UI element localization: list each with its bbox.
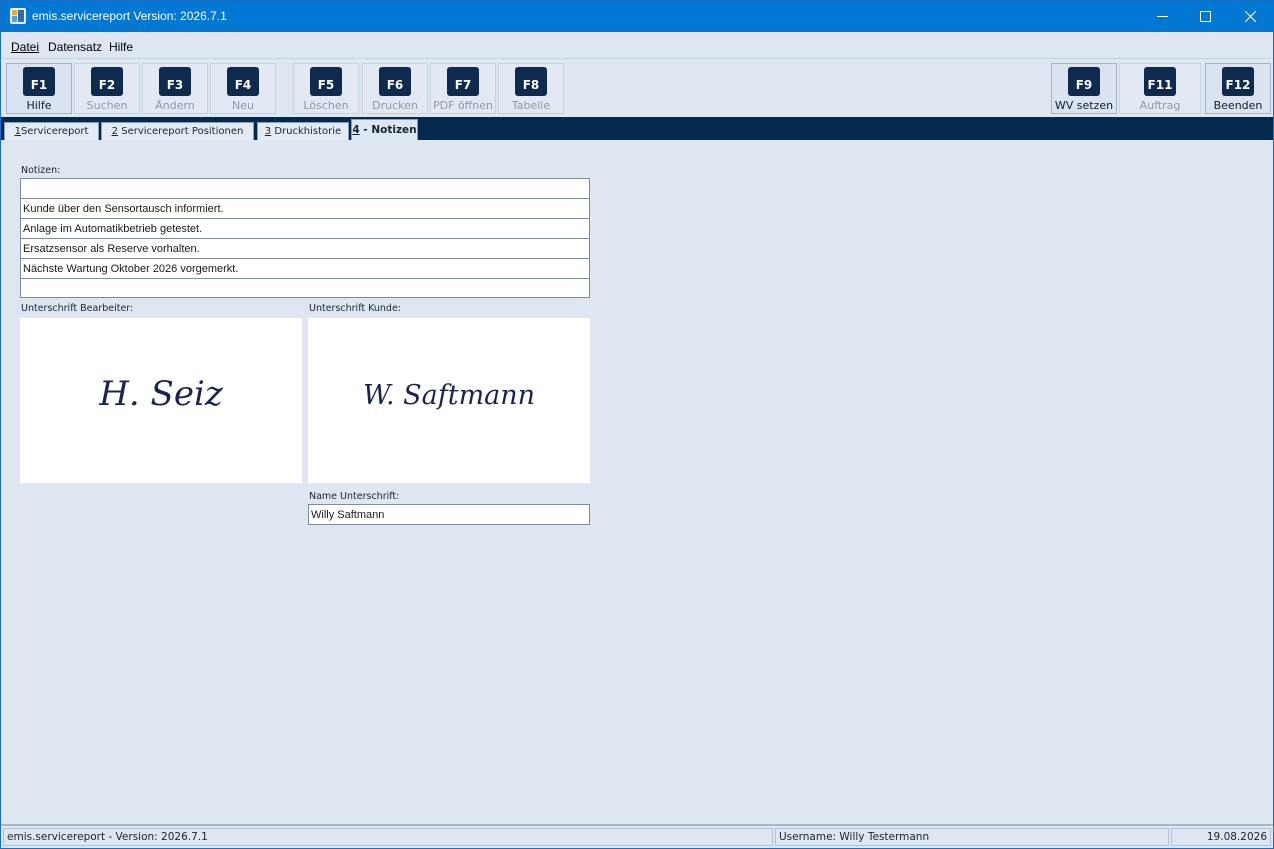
f11-label: Auftrag xyxy=(1139,99,1181,112)
menu-hilfe[interactable]: Hilfe xyxy=(109,40,133,54)
f12-key-icon: F12 xyxy=(1222,67,1254,96)
f7-label: PDF öffnen xyxy=(433,99,493,112)
menu-datensatz[interactable]: Datensatz xyxy=(48,40,102,54)
status-version: emis.servicereport - Version: 2026.7.1 xyxy=(3,828,773,846)
status-date: 19.08.2026 xyxy=(1171,828,1271,846)
f1-hilfe-button[interactable]: F1 Hilfe xyxy=(6,63,72,114)
f6-drucken-button[interactable]: F6 Drucken xyxy=(362,63,428,114)
menu-datei[interactable]: Datei xyxy=(11,40,39,54)
f7-pdf-oeffnen-button[interactable]: F7 PDF öffnen xyxy=(430,63,496,114)
note-line[interactable]: Ersatzsensor als Reserve vorhalten. xyxy=(21,239,589,259)
f8-label: Tabelle xyxy=(511,99,551,112)
f9-wv-setzen-button[interactable]: F9 WV setzen xyxy=(1051,63,1117,114)
app-icon xyxy=(10,8,26,24)
tab-positionen-label: Servicereport Positionen xyxy=(121,126,244,137)
signature-name-field[interactable]: Willy Saftmann xyxy=(308,504,590,525)
note-line[interactable] xyxy=(21,179,589,199)
tab-positionen-num: 2 xyxy=(111,126,119,137)
note-line[interactable]: Anlage im Automatikbetrieb getestet. xyxy=(21,219,589,239)
tab-servicereport-label: Servicereport xyxy=(20,126,89,137)
tab-notizen-num: 4 xyxy=(352,124,360,136)
close-button[interactable] xyxy=(1227,1,1273,32)
note-line[interactable]: Kunde über den Sensortausch informiert. xyxy=(21,199,589,219)
technician-signature-pad[interactable]: H. Seiz xyxy=(20,318,302,483)
notes-label: Notizen: xyxy=(21,165,61,176)
f3-key-icon: F3 xyxy=(159,67,191,96)
f4-neu-button[interactable]: F4 Neu xyxy=(210,63,276,114)
f9-label: WV setzen xyxy=(1054,99,1114,112)
f3-label: Ändern xyxy=(155,99,195,112)
status-user: Username: Willy Testermann xyxy=(775,828,1169,846)
f4-key-icon: F4 xyxy=(227,67,259,96)
tab-druckhistorie[interactable]: 3 Druckhistorie xyxy=(257,122,349,140)
technician-signature-label: Unterschrift Bearbeiter: xyxy=(21,303,134,314)
menu-bar: Datei Datensatz Hilfe xyxy=(1,32,1273,59)
title-bar: emis.servicereport Version: 2026.7.1 xyxy=(1,1,1273,32)
tab-druckhistorie-num: 3 xyxy=(264,126,272,137)
app-window: emis.servicereport Version: 2026.7.1 Dat… xyxy=(0,0,1274,849)
f9-key-icon: F9 xyxy=(1068,67,1100,96)
tab-strip: 1Servicereport 2 Servicereport Positione… xyxy=(1,117,1273,140)
f6-label: Drucken xyxy=(372,99,418,112)
tab-notizen-label: - Notizen xyxy=(359,124,417,136)
close-icon xyxy=(1244,11,1256,22)
menu-datei-label: Datei xyxy=(11,40,40,54)
notes-textarea[interactable]: Kunde über den Sensortausch informiert. … xyxy=(20,178,590,298)
minimize-button[interactable] xyxy=(1139,1,1185,32)
f12-beenden-button[interactable]: F12 Beenden xyxy=(1205,63,1271,114)
window-title: emis.servicereport Version: 2026.7.1 xyxy=(32,9,227,23)
customer-signature: W. Saftmann xyxy=(362,380,536,411)
tab-servicereport-positionen[interactable]: 2 Servicereport Positionen xyxy=(101,122,254,140)
f12-label: Beenden xyxy=(1213,99,1263,112)
tab-servicereport[interactable]: 1Servicereport xyxy=(4,122,99,140)
status-bar: emis.servicereport - Version: 2026.7.1 U… xyxy=(1,824,1273,848)
maximize-icon xyxy=(1199,11,1211,22)
note-line[interactable]: Nächste Wartung Oktober 2026 vorgemerkt. xyxy=(21,259,589,279)
signature-name-label: Name Unterschrift: xyxy=(309,491,400,502)
f5-loeschen-button[interactable]: F5 Löschen xyxy=(293,63,359,114)
f8-key-icon: F8 xyxy=(515,67,547,96)
f3-aendern-button[interactable]: F3 Ändern xyxy=(142,63,208,114)
f11-auftrag-button[interactable]: F11 Auftrag xyxy=(1119,63,1201,114)
f11-key-icon: F11 xyxy=(1144,67,1176,96)
note-line[interactable] xyxy=(21,279,589,299)
customer-signature-pad[interactable]: W. Saftmann xyxy=(308,318,590,483)
toolbar: F1 Hilfe F2 Suchen F3 Ändern F4 Neu F5 L… xyxy=(1,60,1273,117)
minimize-icon xyxy=(1156,16,1168,17)
f1-label: Hilfe xyxy=(26,99,52,112)
maximize-button[interactable] xyxy=(1182,1,1228,32)
technician-signature: H. Seiz xyxy=(99,374,223,414)
f2-label: Suchen xyxy=(86,99,128,112)
f4-label: Neu xyxy=(232,99,254,112)
f6-key-icon: F6 xyxy=(379,67,411,96)
tab-notizen[interactable]: 4 - Notizen xyxy=(351,119,418,140)
f8-tabelle-button[interactable]: F8 Tabelle xyxy=(498,63,564,114)
f5-label: Löschen xyxy=(303,99,349,112)
customer-signature-label: Unterschrift Kunde: xyxy=(309,303,401,314)
notes-panel: Notizen: Kunde über den Sensortausch inf… xyxy=(1,140,1273,824)
f7-key-icon: F7 xyxy=(447,67,479,96)
f5-key-icon: F5 xyxy=(310,67,342,96)
tab-druckhistorie-label: Druckhistorie xyxy=(274,126,342,137)
f2-suchen-button[interactable]: F2 Suchen xyxy=(74,63,140,114)
f1-key-icon: F1 xyxy=(23,67,55,96)
f2-key-icon: F2 xyxy=(91,67,123,96)
